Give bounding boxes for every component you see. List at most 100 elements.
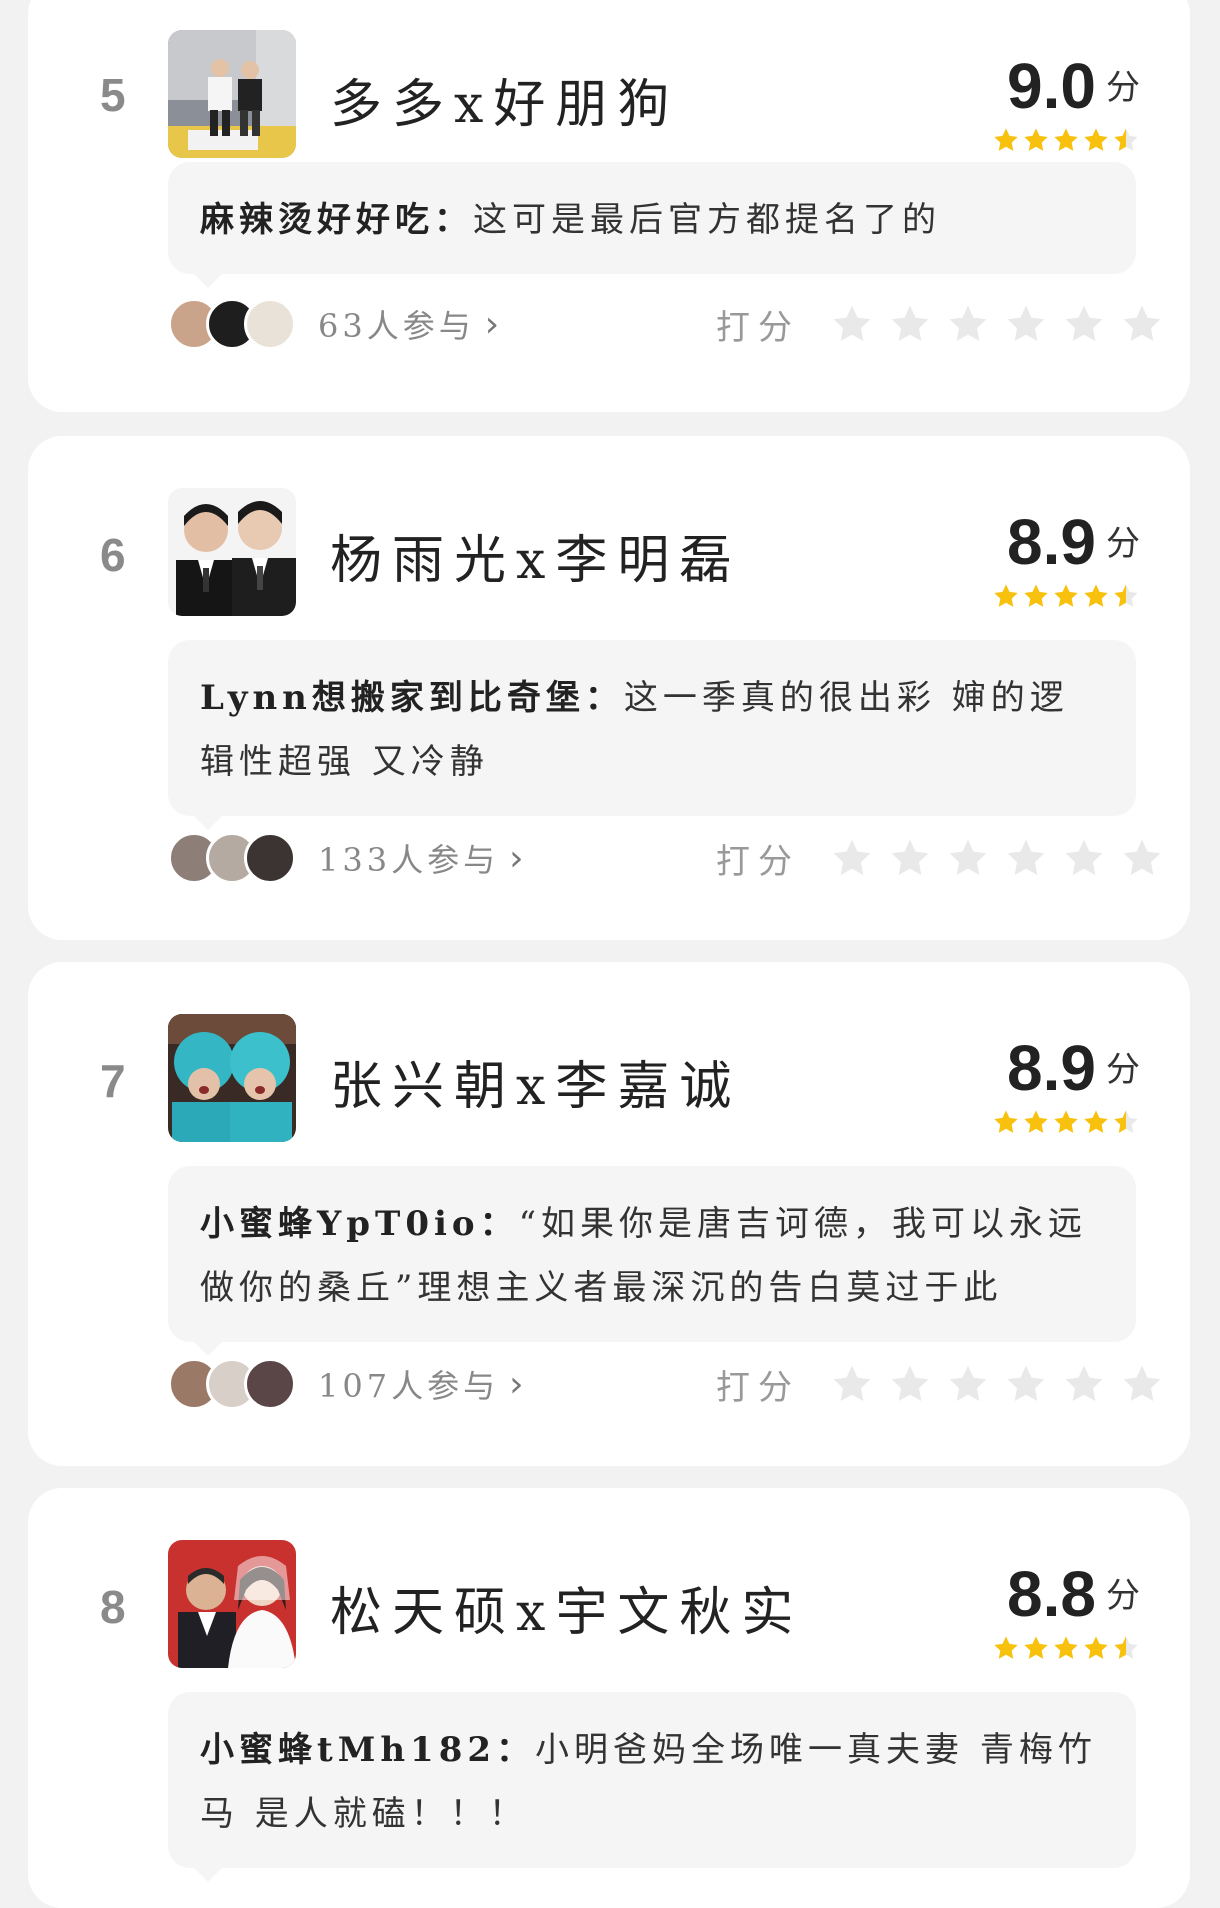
star-icon xyxy=(1054,584,1078,607)
star-icon xyxy=(1054,128,1078,151)
mini-star-rating xyxy=(992,1634,1140,1662)
card-footer: 63人参与 › 打分 xyxy=(168,294,1164,354)
participant-avatars[interactable] xyxy=(168,832,296,884)
star-icon[interactable] xyxy=(1004,302,1048,346)
score-value: 8.8 xyxy=(1007,1558,1096,1630)
pair-title: 多多x好朋狗 xyxy=(330,75,680,135)
pair-title: 杨雨光x李明磊 xyxy=(330,531,742,591)
star-icon xyxy=(994,1636,1018,1659)
star-icon[interactable] xyxy=(1062,836,1106,880)
star-icon[interactable] xyxy=(946,302,990,346)
rate-label: 打分 xyxy=(716,1367,800,1408)
star-icon[interactable] xyxy=(1004,836,1048,880)
featured-comment[interactable]: 小蜜蜂YpT0io：“如果你是唐吉诃德，我可以永远做你的桑丘”理想主义者最深沉的… xyxy=(168,1166,1136,1356)
pair-photo[interactable] xyxy=(168,1540,296,1668)
star-icon xyxy=(994,584,1018,607)
rating-input[interactable] xyxy=(830,836,1164,880)
star-icon xyxy=(1024,128,1048,151)
half-star-icon xyxy=(1114,1636,1138,1659)
half-star-icon xyxy=(1114,1110,1138,1133)
comment-username[interactable]: 小蜜蜂tMh182： xyxy=(200,1730,535,1770)
ranking-card[interactable]: 6 杨雨光x李明磊 8.9 分 Lynn想搬家到比奇堡：这一季真的很出彩 婶的逻辑… xyxy=(28,436,1190,940)
score-block: 9.0 分 xyxy=(992,54,1140,154)
score-unit: 分 xyxy=(1106,1050,1140,1090)
rating-input[interactable] xyxy=(830,1362,1164,1406)
star-icon xyxy=(994,128,1018,151)
rate-label: 打分 xyxy=(716,841,800,882)
pair-photo[interactable] xyxy=(168,1014,296,1142)
participant-count[interactable]: 107人参与 xyxy=(318,1361,499,1407)
avatar xyxy=(244,1358,296,1410)
star-icon[interactable] xyxy=(830,836,874,880)
comment-username[interactable]: 麻辣烫好好吃： xyxy=(200,200,473,240)
featured-comment[interactable]: 小蜜蜂tMh182：小明爸妈全场唯一真夫妻 青梅竹马 是人就磕！！！ xyxy=(168,1692,1136,1882)
score-value: 8.9 xyxy=(1007,506,1096,578)
star-icon xyxy=(1024,1636,1048,1659)
card-footer: 133人参与 › 打分 xyxy=(168,828,1164,888)
star-icon[interactable] xyxy=(1120,302,1164,346)
star-icon xyxy=(1054,1110,1078,1133)
comment-username[interactable]: Lynn想搬家到比奇堡： xyxy=(200,678,624,718)
comment-text: 这可是最后官方都提名了的 xyxy=(473,200,941,240)
star-icon[interactable] xyxy=(830,1362,874,1406)
star-icon[interactable] xyxy=(946,1362,990,1406)
half-star-icon xyxy=(1114,584,1138,607)
chevron-right-icon[interactable]: › xyxy=(509,838,523,879)
ranking-card[interactable]: 7 张兴朝x李嘉诚 8.9 分 小蜜蜂YpT0io：“如果你是唐吉诃德，我可以永远… xyxy=(28,962,1190,1466)
score-unit: 分 xyxy=(1106,68,1140,108)
star-icon xyxy=(1084,1110,1108,1133)
avatar xyxy=(244,298,296,350)
participant-avatars[interactable] xyxy=(168,1358,296,1410)
rank-number: 8 xyxy=(100,1581,126,1633)
participant-avatars[interactable] xyxy=(168,298,296,350)
ranking-card[interactable]: 8 松天硕x宇文秋实 8.8 分 小蜜蜂tMh182：小明爸妈全场唯一真夫妻 青梅… xyxy=(28,1488,1190,1908)
star-icon xyxy=(994,1110,1018,1133)
star-icon[interactable] xyxy=(1120,836,1164,880)
half-star-icon xyxy=(1114,128,1138,151)
rank-number: 7 xyxy=(100,1055,126,1107)
score-value: 8.9 xyxy=(1007,1032,1096,1104)
mini-star-rating xyxy=(992,1108,1140,1136)
star-icon[interactable] xyxy=(830,302,874,346)
chevron-right-icon[interactable]: › xyxy=(509,1364,523,1405)
pair-photo[interactable] xyxy=(168,488,296,616)
card-footer: 107人参与 › 打分 xyxy=(168,1354,1164,1414)
star-icon xyxy=(1054,1636,1078,1659)
star-icon xyxy=(1084,128,1108,151)
star-icon[interactable] xyxy=(946,836,990,880)
score-unit: 分 xyxy=(1106,1576,1140,1616)
star-icon xyxy=(1024,1110,1048,1133)
star-icon[interactable] xyxy=(1004,1362,1048,1406)
pair-title: 张兴朝x李嘉诚 xyxy=(330,1057,742,1117)
star-icon[interactable] xyxy=(888,1362,932,1406)
chevron-right-icon[interactable]: › xyxy=(485,304,499,345)
rate-label: 打分 xyxy=(716,307,800,348)
star-icon xyxy=(1084,1636,1108,1659)
score-value: 9.0 xyxy=(1007,50,1096,122)
participant-count[interactable]: 133人参与 xyxy=(318,835,499,881)
star-icon xyxy=(1084,584,1108,607)
star-icon[interactable] xyxy=(1120,1362,1164,1406)
pair-title: 松天硕x宇文秋实 xyxy=(330,1583,804,1643)
score-block: 8.9 分 xyxy=(992,1036,1140,1136)
score-block: 8.8 分 xyxy=(992,1562,1140,1662)
pair-photo[interactable] xyxy=(168,30,296,158)
score-block: 8.9 分 xyxy=(992,510,1140,610)
mini-star-rating xyxy=(992,126,1140,154)
ranking-card[interactable]: 5 多多x好朋狗 9.0 分 麻辣烫好好吃：这可是最后官方都提名了的 63人参与… xyxy=(28,0,1190,412)
star-icon xyxy=(1024,584,1048,607)
mini-star-rating xyxy=(992,582,1140,610)
rank-number: 5 xyxy=(100,69,126,121)
rating-input[interactable] xyxy=(830,302,1164,346)
star-icon[interactable] xyxy=(888,836,932,880)
featured-comment[interactable]: 麻辣烫好好吃：这可是最后官方都提名了的 xyxy=(168,162,1136,288)
star-icon[interactable] xyxy=(1062,1362,1106,1406)
score-unit: 分 xyxy=(1106,524,1140,564)
avatar xyxy=(244,832,296,884)
rank-number: 6 xyxy=(100,529,126,581)
comment-username[interactable]: 小蜜蜂YpT0io： xyxy=(200,1204,519,1244)
participant-count[interactable]: 63人参与 xyxy=(318,301,475,347)
featured-comment[interactable]: Lynn想搬家到比奇堡：这一季真的很出彩 婶的逻辑性超强 又冷静 xyxy=(168,640,1136,830)
star-icon[interactable] xyxy=(1062,302,1106,346)
star-icon[interactable] xyxy=(888,302,932,346)
